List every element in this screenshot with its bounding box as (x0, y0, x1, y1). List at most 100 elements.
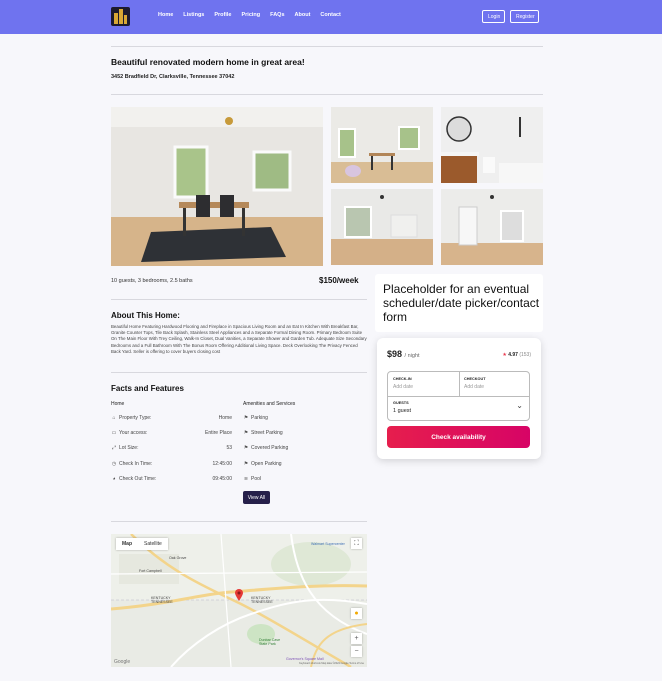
login-button[interactable]: Login (482, 10, 505, 23)
amenities-column-heading: Amenities and Services (243, 401, 296, 407)
car-icon: ⚑ (243, 415, 249, 421)
map[interactable]: Fort Campbell Oak Grove KENTUCKY TENNESS… (111, 534, 367, 667)
map-tab-satellite[interactable]: Satellite (138, 538, 168, 550)
fact-value: 09:45:00 (212, 476, 232, 482)
divider (111, 299, 367, 300)
scheduler-placeholder-text: Placeholder for an eventual scheduler/da… (383, 282, 540, 324)
booking-form: CHECK-IN Add date CHECKOUT Add date GUES… (387, 371, 530, 421)
checkout-label: CHECKOUT (464, 377, 486, 381)
guests-label: GUESTS (393, 401, 409, 405)
map-label-state-line: KENTUCKY TENNESSEE (251, 596, 273, 604)
fact-row: ⤢ Lot Size: 53 (111, 445, 232, 451)
guests-select[interactable]: GUESTS 1 guest ⌄ (388, 397, 529, 421)
road-icon: ⚑ (243, 430, 249, 436)
map-pin-icon[interactable] (235, 588, 243, 601)
checkin-placeholder: Add date (393, 384, 414, 390)
nav-about[interactable]: About (295, 12, 311, 18)
nav-faqs[interactable]: FAQs (270, 12, 284, 18)
google-logo: Google (114, 659, 131, 665)
fact-value: 12:45:00 (212, 461, 232, 467)
checkin-label: CHECK-IN (393, 377, 412, 381)
checkin-field[interactable]: CHECK-IN Add date (388, 372, 459, 396)
map-tab-map[interactable]: Map (116, 538, 138, 550)
zoom-in-icon[interactable]: + (351, 633, 362, 644)
amenity-label: Parking (251, 415, 268, 421)
scheduler-placeholder-card: Placeholder for an eventual scheduler/da… (375, 274, 543, 332)
price-per-week: $150/week (319, 276, 359, 285)
fact-row: ◕ Check Out Time: 09:45:00 (111, 476, 232, 482)
nav-contact[interactable]: Contact (320, 12, 340, 18)
register-button[interactable]: Register (510, 10, 539, 23)
rating: ★ 4.97 (153) (502, 352, 531, 358)
amenity-label: Open Parking (251, 461, 282, 467)
listing-address: 3452 Bradfield Dr, Clarksville, Tennesse… (111, 74, 235, 80)
map-attribution[interactable]: Keyboard shortcuts Map data ©2024 Google… (299, 662, 364, 665)
check-availability-button[interactable]: Check availability (387, 426, 530, 448)
amenity-item: ⚑ Parking (243, 415, 268, 421)
main-photo[interactable] (111, 107, 323, 266)
home-icon: ⌂ (112, 415, 116, 421)
key-icon: ▭ (111, 430, 117, 436)
fact-value: Home (218, 415, 232, 421)
amenity-label: Pool (251, 476, 262, 482)
price-value: $98 (387, 349, 403, 359)
home-column-heading: Home (111, 401, 125, 407)
divider (111, 94, 543, 95)
fact-label: Check In Time: (119, 461, 153, 467)
fullscreen-icon[interactable]: ⛶ (351, 538, 362, 549)
amenity-label: Covered Parking (251, 445, 289, 451)
rating-value: 4.97 (508, 352, 518, 358)
fact-value: Entire Place (205, 430, 232, 436)
listing-summary: 10 guests, 3 bedrooms, 2.5 baths (111, 278, 193, 284)
divider (111, 521, 367, 522)
fact-label: Your access: (119, 430, 148, 436)
open-lot-icon: ⚑ (243, 461, 249, 467)
amenity-item: ⚑ Open Parking (243, 461, 282, 467)
map-type-tabs: Map Satellite (116, 538, 168, 550)
checkout-field[interactable]: CHECKOUT Add date (460, 372, 530, 396)
review-count: (153) (519, 352, 531, 358)
map-label-dunbar-cave: Dunbar Cave State Park (259, 638, 281, 646)
fact-value: 53 (226, 445, 232, 451)
divider (111, 46, 543, 47)
map-label-oak-grove: Oak Grove (169, 556, 187, 560)
checkout-placeholder: Add date (464, 384, 485, 390)
fact-label: Check Out Time: (119, 476, 157, 482)
amenity-item: ⚑ Street Parking (243, 430, 283, 436)
fact-row: ⌂ Property Type: Home (111, 415, 232, 421)
map-label-walmart: Walmart Supercenter (311, 542, 345, 546)
amenity-item: ≋ Pool (243, 476, 261, 482)
fact-row: ◷ Check In Time: 12:45:00 (111, 461, 232, 467)
zoom-out-icon[interactable]: − (351, 646, 362, 657)
pegman-icon[interactable]: ● (351, 608, 362, 619)
fact-row: ▭ Your access: Entire Place (111, 430, 232, 436)
view-all-button[interactable]: View All (243, 491, 270, 504)
clock-icon: ◷ (111, 461, 117, 467)
map-label-state-line-left: KENTUCKY TENNESSEE (151, 596, 173, 604)
nightly-price: $98 / night (387, 349, 420, 359)
fact-label: Lot Size: (119, 445, 139, 451)
photo-bathroom[interactable] (441, 107, 543, 183)
amenity-item: ⚑ Covered Parking (243, 445, 289, 451)
navbar: Home Listings Profile Pricing FAQs About… (0, 0, 662, 34)
photo-bedroom[interactable] (331, 189, 433, 265)
nav-pricing[interactable]: Pricing (242, 12, 261, 18)
guests-value: 1 guest (393, 408, 412, 414)
garage-icon: ⚑ (243, 445, 249, 451)
nav-links: Home Listings Profile Pricing FAQs About… (158, 12, 341, 18)
photo-hallway[interactable] (441, 189, 543, 265)
photo-dining[interactable] (331, 107, 433, 183)
amenity-label: Street Parking (251, 430, 283, 436)
chevron-down-icon: ⌄ (516, 401, 523, 410)
fact-label: Property Type: (119, 415, 152, 421)
pool-icon: ≋ (243, 476, 249, 482)
price-unit: / night (404, 353, 420, 359)
about-heading: About This Home: (111, 311, 180, 320)
nav-listings[interactable]: Listings (183, 12, 204, 18)
nav-profile[interactable]: Profile (214, 12, 231, 18)
nav-home[interactable]: Home (158, 12, 173, 18)
ruler-icon: ⤢ (111, 445, 116, 451)
logo-icon[interactable] (111, 7, 130, 26)
clock-filled-icon: ◕ (112, 476, 116, 482)
map-label-fort-campbell: Fort Campbell (139, 569, 162, 573)
